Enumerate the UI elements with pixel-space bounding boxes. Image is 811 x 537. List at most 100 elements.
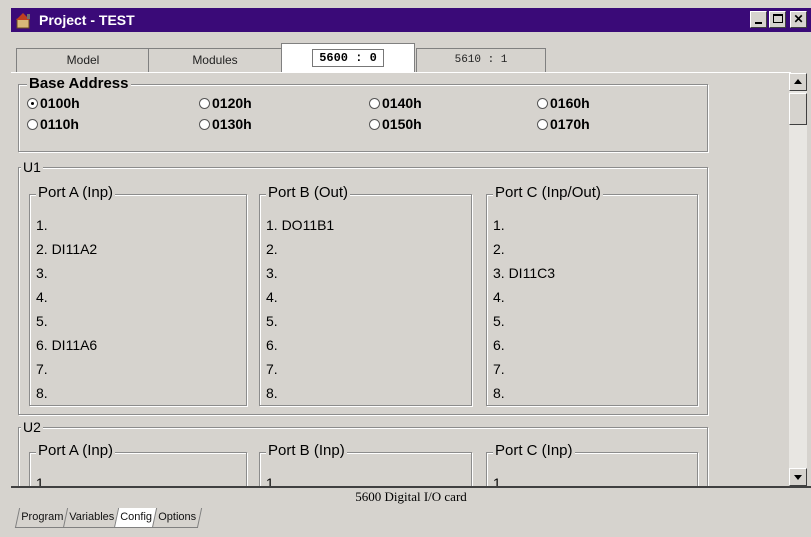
maximize-icon [773, 14, 783, 23]
tab-5600[interactable]: 5600 : 0 [281, 43, 415, 72]
tab-label: Modules [192, 53, 238, 67]
port-line[interactable]: 1. [493, 213, 555, 237]
port-line[interactable]: 4. [36, 285, 97, 309]
port-line[interactable]: 4. [266, 285, 334, 309]
u2-port-c: Port C (Inp) 1. [486, 443, 698, 486]
radio-label: 0170h [550, 116, 590, 132]
bottom-tab-options[interactable]: Options [151, 508, 203, 528]
radio-label: 0150h [382, 116, 422, 132]
bottom-tab-label: Options [158, 511, 197, 523]
tab-model[interactable]: Model [16, 48, 150, 72]
u1-port-c: Port C (Inp/Out) 1. 2. 3. DI11C3 4. 5. 6… [486, 185, 698, 406]
radio-icon [369, 98, 380, 109]
unit-u2-label: U2 [21, 419, 43, 435]
radio-icon [27, 98, 38, 109]
port-line[interactable]: 1. [266, 471, 278, 486]
port-line[interactable]: 4. [493, 285, 555, 309]
radio-icon [369, 119, 380, 130]
port-line[interactable]: 8. [36, 381, 97, 405]
port-line[interactable]: 1. DO11B1 [266, 213, 334, 237]
port-line[interactable]: 6. [493, 333, 555, 357]
port-line[interactable]: 2. [493, 237, 555, 261]
u2-port-a: Port A (Inp) 1. [29, 443, 247, 486]
base-address-label: Base Address [27, 75, 131, 92]
title-bar[interactable]: Project - TEST ✕ [11, 8, 811, 32]
tab-label: 5610 : 1 [454, 54, 508, 66]
radio-0140h[interactable]: 0140h [369, 95, 422, 111]
port-line[interactable]: 5. [36, 309, 97, 333]
scroll-down-button[interactable] [789, 468, 807, 486]
app-icon [16, 13, 30, 29]
unit-u1-label: U1 [21, 159, 43, 175]
bottom-tab-program[interactable]: Program [14, 508, 70, 528]
port-line[interactable]: 8. [266, 381, 334, 405]
port-label: Port B (Inp) [266, 442, 347, 459]
port-line[interactable]: 5. [493, 309, 555, 333]
window-title: Project - TEST [39, 12, 135, 28]
minimize-icon [755, 22, 762, 24]
radio-label: 0120h [212, 95, 252, 111]
scroll-thumb[interactable] [789, 93, 807, 125]
radio-label: 0140h [382, 95, 422, 111]
radio-0130h[interactable]: 0130h [199, 116, 252, 132]
radio-0160h[interactable]: 0160h [537, 95, 590, 111]
port-line[interactable]: 7. [493, 357, 555, 381]
tab-5610[interactable]: 5610 : 1 [416, 48, 546, 72]
radio-0120h[interactable]: 0120h [199, 95, 252, 111]
vertical-scrollbar[interactable] [789, 73, 807, 486]
port-line[interactable]: 3. [36, 261, 97, 285]
port-line[interactable]: 7. [36, 357, 97, 381]
config-panel: Base Address 0100h 0120h 0140h 0160h 011… [11, 72, 789, 486]
arrow-up-icon [794, 79, 802, 84]
radio-icon [199, 98, 210, 109]
radio-icon [537, 98, 548, 109]
maximize-button[interactable] [769, 11, 786, 28]
u2-port-b: Port B (Inp) 1. [259, 443, 472, 486]
close-button[interactable]: ✕ [790, 11, 807, 28]
port-label: Port A (Inp) [36, 184, 116, 201]
tab-label: Model [66, 53, 100, 67]
radio-0110h[interactable]: 0110h [27, 116, 79, 132]
radio-label: 0110h [40, 116, 79, 132]
port-line[interactable]: 8. [493, 381, 555, 405]
port-label: Port B (Out) [266, 184, 351, 201]
unit-u2-group: U2 Port A (Inp) 1. Port B (Inp) 1. Port … [18, 419, 708, 486]
port-label: Port A (Inp) [36, 442, 116, 459]
port-line[interactable]: 2. DI11A2 [36, 237, 97, 261]
port-line[interactable]: 7. [266, 357, 334, 381]
radio-label: 0130h [212, 116, 252, 132]
bottom-tab-variables[interactable]: Variables [63, 508, 121, 528]
bottom-tab-strip: Program Variables Config Options [14, 508, 203, 530]
radio-label: 0100h [40, 95, 80, 111]
tab-modules[interactable]: Modules [148, 48, 282, 72]
u1-port-a: Port A (Inp) 1. 2. DI11A2 3. 4. 5. 6. DI… [29, 185, 247, 406]
base-address-group: Base Address 0100h 0120h 0140h 0160h 011… [18, 76, 708, 152]
port-line[interactable]: 3. DI11C3 [493, 261, 555, 285]
port-line[interactable]: 6. DI11A6 [36, 333, 97, 357]
minimize-button[interactable] [750, 11, 767, 28]
port-line[interactable]: 5. [266, 309, 334, 333]
u1-port-b: Port B (Out) 1. DO11B1 2. 3. 4. 5. 6. 7.… [259, 185, 472, 406]
arrow-down-icon [794, 475, 802, 480]
bottom-tab-label: Config [120, 511, 153, 523]
radio-0150h[interactable]: 0150h [369, 116, 422, 132]
port-line[interactable]: 6. [266, 333, 334, 357]
radio-icon [27, 119, 38, 130]
radio-icon [199, 119, 210, 130]
port-line[interactable]: 1. [493, 471, 505, 486]
port-line[interactable]: 3. [266, 261, 334, 285]
radio-0100h[interactable]: 0100h [27, 95, 80, 111]
radio-label: 0160h [550, 95, 590, 111]
close-icon: ✕ [793, 12, 804, 26]
bottom-tab-label: Variables [69, 511, 115, 523]
status-bar: 5600 Digital I/O card [11, 486, 811, 506]
radio-0170h[interactable]: 0170h [537, 116, 590, 132]
bottom-tab-label: Program [21, 511, 64, 523]
port-line[interactable]: 2. [266, 237, 334, 261]
radio-icon [537, 119, 548, 130]
status-text: 5600 Digital I/O card [355, 489, 467, 504]
port-line[interactable]: 1. [36, 213, 97, 237]
port-line[interactable]: 1. [36, 471, 48, 486]
scroll-up-button[interactable] [789, 73, 807, 91]
project-window: Project - TEST ✕ Model Modules 5600 : 0 … [11, 8, 811, 537]
